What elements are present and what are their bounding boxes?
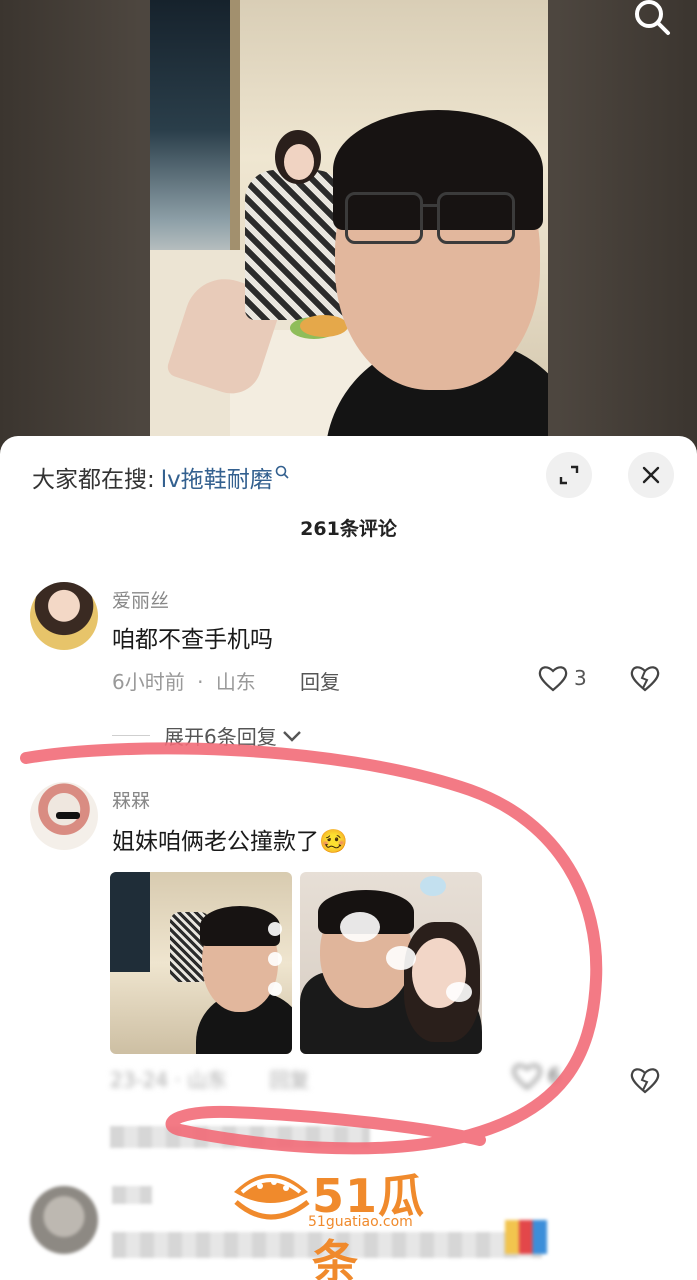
comment-image-2[interactable] — [300, 872, 482, 1054]
video-player[interactable] — [0, 0, 697, 450]
expand-replies-label: 展开6条回复 — [164, 725, 277, 749]
comment-time: 6小时前 — [112, 670, 185, 694]
sheet-header: 大家都在搜: lv拖鞋耐磨 — [0, 436, 697, 516]
watermark-url: 51guatiao.com — [308, 1214, 413, 1230]
like-count: 6 — [548, 1064, 561, 1088]
comment-image-1[interactable] — [110, 872, 292, 1054]
like-button[interactable]: 6 — [512, 1062, 561, 1090]
comment-time-location: 23-24 · 山东 — [110, 1068, 228, 1092]
avatar[interactable] — [30, 1186, 98, 1254]
meta-separator: · — [197, 670, 204, 694]
divider — [112, 735, 150, 736]
hot-search-prefix: 大家都在搜: — [32, 467, 155, 493]
pixelated-content — [110, 1126, 370, 1148]
comment-username[interactable]: 槑槑 — [112, 786, 150, 813]
comment-meta: 23-24 · 山东 回复 — [110, 1064, 310, 1093]
like-button[interactable]: 3 — [538, 664, 587, 692]
dislike-heart-icon — [630, 1068, 660, 1094]
pixelated-content — [505, 1220, 547, 1254]
comment-location: 山东 — [215, 670, 256, 694]
reply-button[interactable]: 回复 — [300, 666, 340, 695]
avatar[interactable] — [30, 782, 98, 850]
expand-icon — [559, 465, 579, 485]
comment-count: 261条评论 — [300, 518, 397, 540]
close-icon — [642, 466, 660, 484]
dislike-heart-icon — [630, 666, 660, 692]
dislike-button[interactable] — [630, 664, 660, 696]
glasses — [345, 192, 525, 244]
dislike-button[interactable] — [630, 1272, 660, 1280]
comment-text: 姐妹咱俩老公撞款了🥴 — [112, 822, 348, 856]
expand-replies-button[interactable]: 展开6条回复 — [112, 721, 303, 750]
emoji: 🥴 — [319, 829, 348, 855]
expand-button[interactable] — [546, 452, 592, 498]
heart-icon — [512, 1064, 542, 1090]
reply-button[interactable]: 回复 — [270, 1068, 310, 1092]
hot-search-term[interactable]: lv拖鞋耐磨 — [161, 460, 273, 494]
hot-search-bar[interactable]: 大家都在搜: lv拖鞋耐磨 — [32, 460, 289, 494]
heart-icon — [538, 666, 568, 692]
watermark-logo: 51瓜条 51guatiao.com — [228, 1160, 468, 1280]
video-frame-photo — [150, 0, 548, 450]
search-icon — [275, 459, 289, 485]
like-count: 3 — [574, 666, 587, 690]
chevron-down-icon — [282, 730, 301, 742]
comment-text: 咱都不查手机吗 — [112, 627, 273, 653]
search-icon[interactable] — [631, 0, 675, 38]
avatar[interactable] — [30, 582, 98, 650]
close-button[interactable] — [628, 452, 674, 498]
comment-text-body: 姐妹咱俩老公撞款了 — [112, 829, 319, 855]
comment-username[interactable]: 爱丽丝 — [112, 586, 169, 613]
comment-meta: 6小时前 · 山东 — [112, 666, 256, 695]
comment-sheet: 大家都在搜: lv拖鞋耐磨 261条评论 爱丽丝 咱都不查手机吗 6小时前 · … — [0, 436, 697, 1280]
dislike-button[interactable] — [630, 1066, 660, 1098]
watermelon-logo-icon — [234, 1174, 310, 1220]
